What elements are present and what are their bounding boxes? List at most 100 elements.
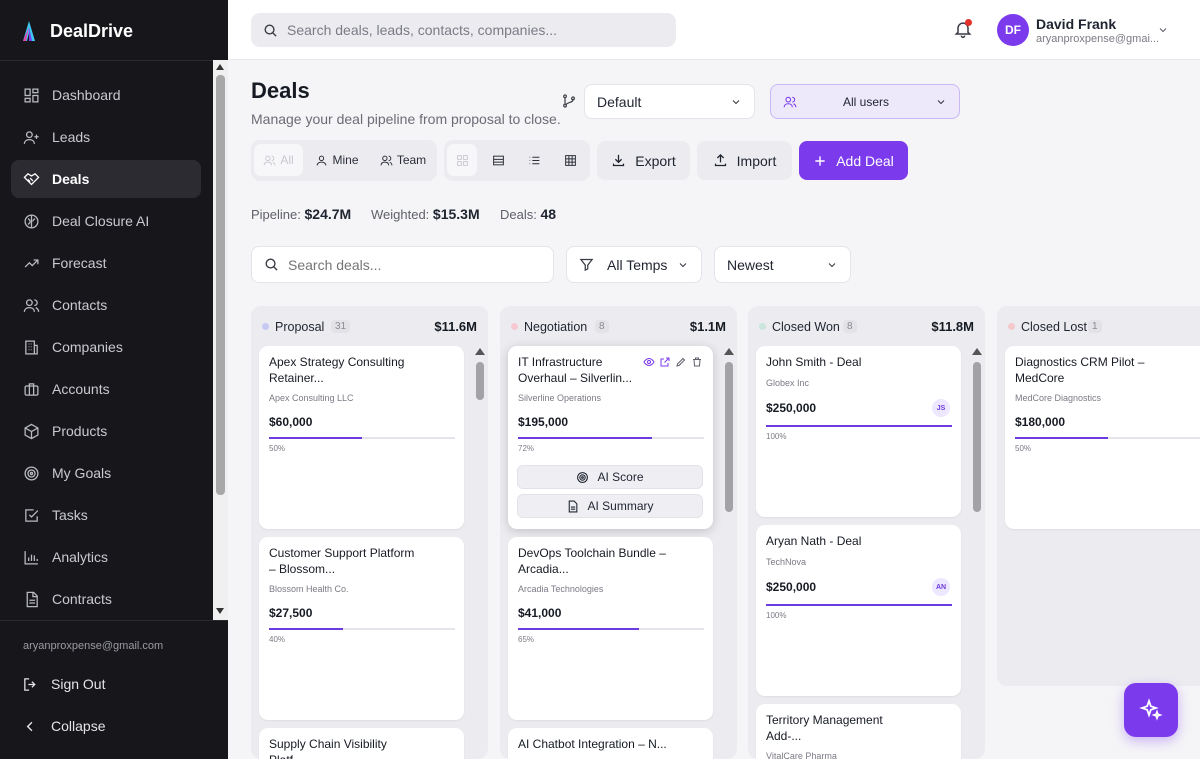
stat-pipeline-value: $24.7M — [304, 206, 352, 222]
sort-select[interactable]: Newest — [714, 246, 851, 283]
external-link-icon[interactable] — [659, 356, 671, 368]
view-table[interactable] — [483, 144, 513, 176]
owner-avatar: AN — [932, 578, 950, 596]
sidebar-item-forecast[interactable]: Forecast — [11, 244, 201, 282]
column-scrollbar[interactable] — [475, 346, 485, 759]
sidebar-item-analytics[interactable]: Analytics — [11, 538, 201, 576]
temps-select[interactable]: All Temps — [566, 246, 702, 283]
deal-card[interactable]: Diagnostics CRM Pilot – MedCore MedCore … — [1005, 346, 1200, 529]
deal-progress-bar — [518, 437, 704, 439]
deal-company: MedCore Diagnostics — [1015, 393, 1102, 403]
edit-icon[interactable] — [675, 356, 687, 368]
ai-assistant-button[interactable] — [1124, 683, 1178, 737]
sidebar-scrollbar[interactable] — [213, 60, 228, 620]
calendar-grid-icon — [564, 154, 576, 166]
column-header: Closed Lost 1 — [997, 306, 1200, 346]
scroll-up-icon[interactable] — [475, 348, 485, 355]
add-deal-button[interactable]: Add Deal — [799, 141, 908, 180]
deal-title: IT Infrastructure Overhaul – Silverlin..… — [518, 355, 633, 385]
sidebar-item-deal-closure-ai[interactable]: Deal Closure AI — [11, 202, 201, 240]
deal-card[interactable]: Apex Strategy Consulting Retainer... Ape… — [259, 346, 464, 529]
column-dot — [511, 323, 518, 330]
deal-card[interactable]: Territory Management Add-... VitalCare P… — [756, 704, 961, 759]
deal-card[interactable]: AI Chatbot Integration – N... — [508, 728, 713, 759]
sidebar-divider — [0, 620, 228, 621]
view-list[interactable] — [519, 144, 549, 176]
deal-search-input[interactable] — [288, 256, 538, 273]
view-grid[interactable] — [555, 144, 585, 176]
users-select[interactable]: All users — [770, 84, 960, 119]
scrollbar-thumb[interactable] — [476, 362, 484, 400]
scroll-up-icon[interactable] — [972, 348, 982, 355]
deal-progress-bar — [766, 425, 952, 427]
ai-score-button[interactable]: AI Score — [517, 465, 703, 489]
sidebar-item-dashboard[interactable]: Dashboard — [11, 76, 201, 114]
sidebar-item-tasks[interactable]: Tasks — [11, 496, 201, 534]
ai-summary-button[interactable]: AI Summary — [517, 494, 703, 518]
logo-icon — [23, 21, 35, 41]
sidebar-item-label: Tasks — [52, 507, 88, 523]
sidebar-item-deals[interactable]: Deals — [11, 160, 201, 198]
global-search[interactable] — [251, 13, 676, 47]
scrollbar-thumb[interactable] — [725, 362, 733, 512]
deal-card[interactable]: Aryan Nath - Deal TechNova $250,000 AN 1… — [756, 525, 961, 696]
user-name[interactable]: David Frank — [1036, 16, 1116, 32]
scroll-up-icon[interactable] — [724, 348, 734, 355]
collapse-button[interactable]: Collapse — [22, 714, 105, 738]
global-search-input[interactable] — [287, 22, 667, 38]
scrollbar-thumb[interactable] — [216, 75, 225, 495]
sidebar-item-my-goals[interactable]: My Goals — [11, 454, 201, 492]
deal-amount: $41,000 — [518, 606, 562, 620]
sidebar-item-contacts[interactable]: Contacts — [11, 286, 201, 324]
import-button[interactable]: Import — [697, 141, 792, 180]
column-scrollbar[interactable] — [724, 346, 734, 759]
deal-progress-fill — [518, 437, 652, 439]
scope-mine[interactable]: Mine — [309, 144, 365, 176]
column-scrollbar[interactable] — [972, 346, 982, 759]
sidebar-item-companies[interactable]: Companies — [11, 328, 201, 366]
scroll-up-icon[interactable] — [216, 64, 224, 70]
chevron-down-icon — [828, 262, 836, 267]
avatar[interactable]: DF — [997, 14, 1029, 46]
pipeline-select[interactable]: Default — [584, 84, 755, 119]
deal-progress-fill — [518, 628, 639, 630]
sidebar-item-label: Dashboard — [52, 87, 121, 103]
scope-all[interactable]: All — [254, 144, 303, 176]
sidebar-item-products[interactable]: Products — [11, 412, 201, 450]
bar-chart-icon — [24, 550, 38, 565]
view-kanban[interactable] — [447, 144, 477, 176]
deal-card[interactable]: John Smith - Deal Globex Inc $250,000 JS… — [756, 346, 961, 517]
scroll-down-icon[interactable] — [216, 608, 224, 614]
stat-deals-label: Deals: — [500, 207, 537, 222]
sign-out-button[interactable]: Sign Out — [22, 672, 105, 696]
document-icon — [569, 500, 578, 512]
deal-probability: 50% — [269, 444, 286, 453]
sidebar-item-accounts[interactable]: Accounts — [11, 370, 201, 408]
deal-card[interactable]: DevOps Toolchain Bundle – Arcadia... Arc… — [508, 537, 713, 720]
scrollbar-thumb[interactable] — [973, 362, 981, 512]
export-button[interactable]: Export — [597, 141, 690, 180]
deal-card[interactable]: IT Infrastructure Overhaul – Silverlin..… — [508, 346, 713, 529]
sign-out-label: Sign Out — [51, 676, 106, 692]
sidebar-item-contracts[interactable]: Contracts — [11, 580, 201, 618]
sidebar-item-label: Forecast — [52, 255, 107, 271]
pipeline-column-closed-lost: Closed Lost 1 Diagnostics CRM Pilot – Me… — [997, 306, 1200, 686]
deal-card[interactable]: Supply Chain Visibility Platf... — [259, 728, 464, 759]
deal-search[interactable] — [251, 246, 554, 283]
deal-card[interactable]: Customer Support Platform – Blossom... B… — [259, 537, 464, 720]
scope-team[interactable]: Team — [373, 144, 433, 176]
brand[interactable]: DealDrive — [22, 18, 133, 44]
view-icon[interactable] — [643, 356, 655, 368]
sidebar-item-label: Accounts — [52, 381, 110, 397]
filter-icon — [579, 258, 594, 272]
target-icon — [577, 471, 589, 483]
sidebar-item-leads[interactable]: Leads — [11, 118, 201, 156]
notifications-button[interactable] — [953, 19, 973, 39]
chevron-down-icon[interactable] — [1157, 24, 1169, 36]
deal-title: Apex Strategy Consulting Retainer... — [269, 355, 405, 385]
column-name: Closed Won — [772, 320, 840, 334]
plus-icon — [815, 155, 825, 166]
trash-icon[interactable] — [691, 356, 703, 368]
notification-dot — [965, 19, 972, 26]
users-icon — [783, 96, 797, 108]
